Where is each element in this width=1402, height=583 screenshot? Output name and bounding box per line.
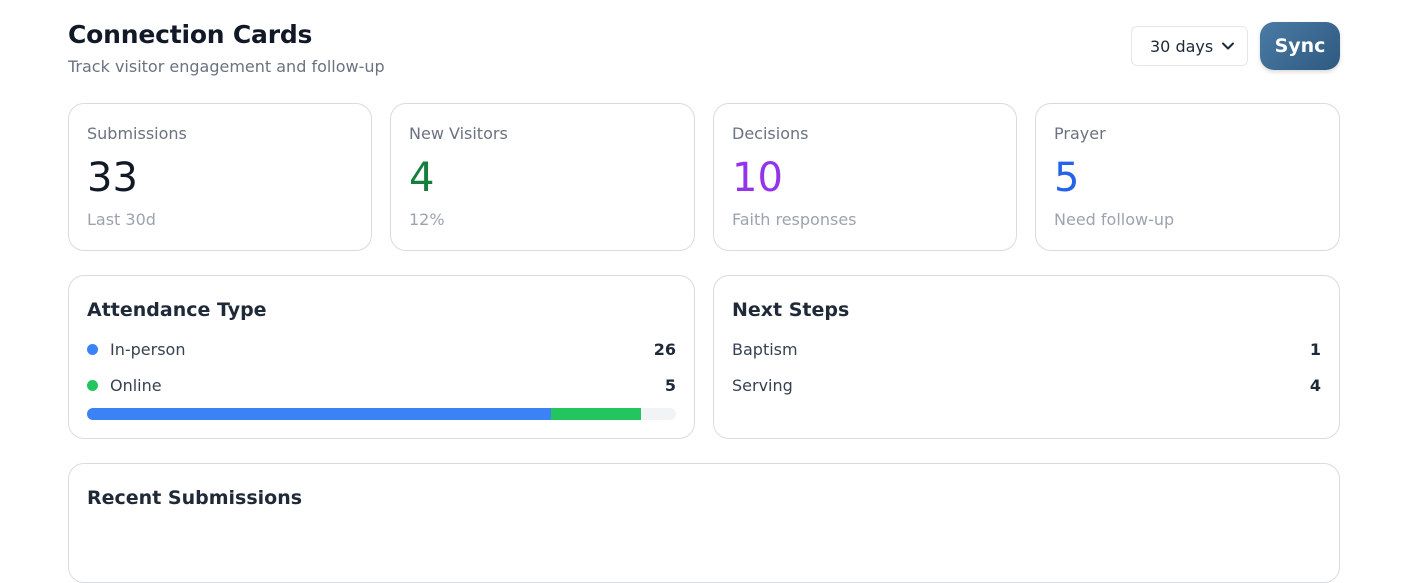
next-steps-panel: Next Steps Baptism 1 Serving 4 (713, 275, 1340, 439)
stat-label: Prayer (1054, 124, 1106, 143)
recent-submissions-panel: Recent Submissions (68, 463, 1340, 583)
stat-card-prayer: Prayer 5 Need follow-up (1035, 103, 1340, 251)
date-range-value: 30 days (1150, 36, 1214, 56)
list-item: Baptism 1 (732, 337, 1321, 361)
attendance-name: Online (110, 375, 162, 395)
next-step-count: 1 (1309, 339, 1321, 359)
in-person-dot-icon (87, 343, 98, 355)
stat-value: 33 (87, 155, 138, 201)
stat-value: 10 (732, 155, 783, 201)
attendance-type-panel: Attendance Type In-person 26 Online 5 (68, 275, 695, 439)
list-item: Online 5 (87, 373, 676, 397)
online-dot-icon (87, 379, 98, 391)
next-step-name: Serving (732, 375, 793, 395)
stat-value: 5 (1054, 155, 1080, 201)
page-header: Connection Cards Track visitor engagemen… (68, 0, 1340, 103)
attendance-count: 26 (653, 339, 676, 359)
attendance-type-title: Attendance Type (87, 299, 267, 321)
date-range-select[interactable]: 30 days (1131, 26, 1248, 66)
stat-note: Last 30d (87, 210, 156, 229)
chevron-down-icon (1222, 42, 1234, 50)
next-step-count: 4 (1309, 375, 1321, 395)
stat-note: Need follow-up (1054, 210, 1175, 229)
stat-label: New Visitors (409, 124, 508, 143)
online-bar-segment (551, 408, 641, 420)
recent-submissions-title: Recent Submissions (87, 487, 303, 509)
stat-card-submissions: Submissions 33 Last 30d (68, 103, 372, 251)
attendance-name: In-person (110, 339, 186, 359)
next-steps-title: Next Steps (732, 299, 850, 321)
page-subtitle: Track visitor engagement and follow-up (68, 57, 385, 76)
stat-label: Submissions (87, 124, 187, 143)
stat-card-new-visitors: New Visitors 4 12% (390, 103, 695, 251)
connection-cards-page: Connection Cards Track visitor engagemen… (68, 0, 1340, 583)
attendance-count: 5 (664, 375, 676, 395)
stat-note: 12% (409, 210, 445, 229)
in-person-bar-segment (87, 408, 552, 420)
page-title: Connection Cards (68, 20, 313, 49)
stat-card-decisions: Decisions 10 Faith responses (713, 103, 1017, 251)
stat-value: 4 (409, 155, 435, 201)
stat-label: Decisions (732, 124, 809, 143)
list-item: In-person 26 (87, 337, 676, 361)
sync-button[interactable]: Sync (1260, 22, 1340, 70)
stat-note: Faith responses (732, 210, 857, 229)
attendance-progress-bar (87, 408, 676, 420)
next-step-name: Baptism (732, 339, 798, 359)
list-item: Serving 4 (732, 373, 1321, 397)
